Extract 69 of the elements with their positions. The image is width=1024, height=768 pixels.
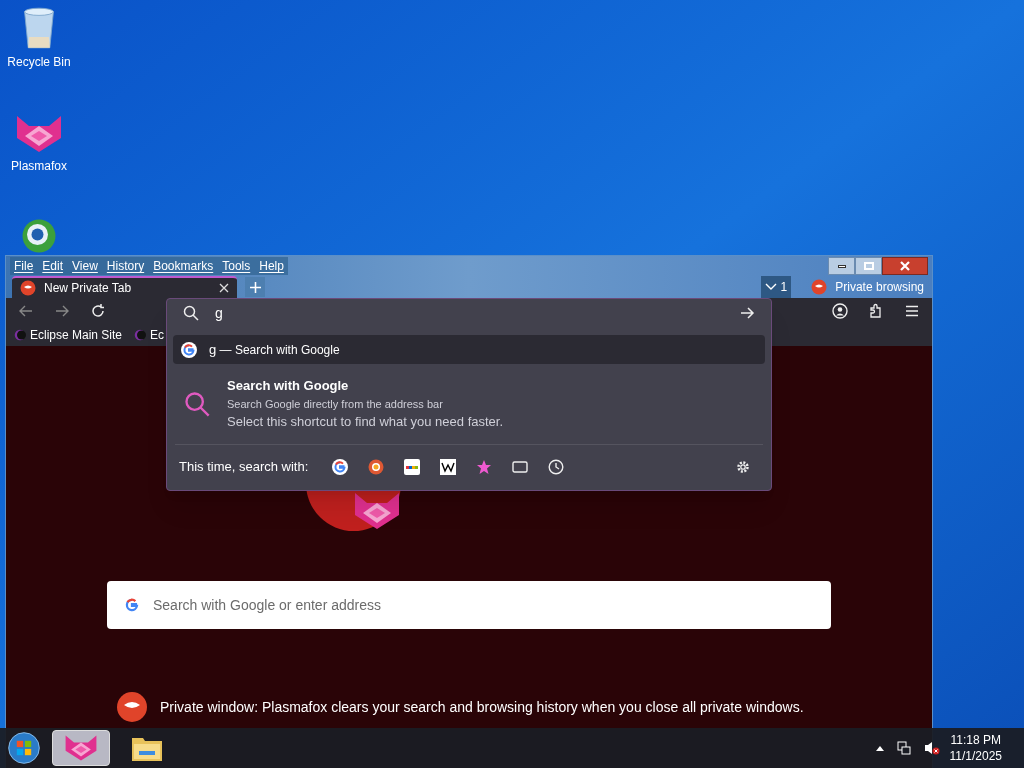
one-off-label: This time, search with: xyxy=(179,458,309,477)
minimize-icon xyxy=(837,264,846,268)
clock[interactable]: 11:18 PM 11/1/2025 xyxy=(949,732,1002,764)
chevron-down-icon xyxy=(764,283,777,291)
settings-icon[interactable] xyxy=(735,459,751,475)
menu-item[interactable]: Edit xyxy=(42,257,64,275)
close-button[interactable] xyxy=(882,257,928,275)
back-arrow-icon[interactable] xyxy=(18,303,34,319)
maximize-icon xyxy=(863,262,874,270)
tip-title: Search with Google xyxy=(227,377,350,395)
ebay-engine-icon[interactable] xyxy=(404,459,421,475)
private-mask-icon xyxy=(811,279,828,295)
desktop-icon-label[interactable]: Recycle Bin xyxy=(7,54,71,70)
clock-icon[interactable] xyxy=(548,459,565,475)
new-tab-button[interactable] xyxy=(245,277,265,297)
close-icon xyxy=(900,261,910,271)
close-tab-icon[interactable] xyxy=(219,283,229,293)
private-mask-icon xyxy=(116,691,148,723)
menu-item[interactable]: File xyxy=(14,257,34,275)
muted-speaker-icon[interactable] xyxy=(924,740,940,756)
forward-arrow-icon[interactable] xyxy=(54,303,70,319)
search-bar[interactable]: Search with Google or enter address xyxy=(107,581,831,629)
clock-date: 11/1/2025 xyxy=(949,748,1002,764)
private-notice: Private window: Plasmafox clears your search and browsing history when you close all private windows. xyxy=(160,697,804,717)
arrow-right-icon[interactable] xyxy=(739,305,755,321)
clock-time: 11:18 PM xyxy=(950,732,1001,748)
fox-logo-icon xyxy=(15,114,63,154)
tip-subtitle: Search Google directly from the address bar xyxy=(227,396,444,412)
fox-logo-icon xyxy=(353,491,401,531)
tab-title: New Private Tab xyxy=(44,280,132,297)
puzzle-icon[interactable] xyxy=(868,303,884,319)
google-icon xyxy=(332,459,349,475)
menu-icon[interactable] xyxy=(904,303,920,319)
tab-icon[interactable] xyxy=(512,459,529,475)
menu-item[interactable]: History xyxy=(106,257,145,275)
menu-item[interactable]: View xyxy=(72,257,98,275)
tab-list-button[interactable]: 1 xyxy=(760,276,792,298)
bookmark-item[interactable]: Ec xyxy=(150,326,165,344)
private-mask-icon xyxy=(20,280,36,296)
menu-item[interactable]: Help xyxy=(259,257,284,275)
network-icon[interactable] xyxy=(896,740,912,756)
search-icon xyxy=(183,305,199,321)
suggestion-text: g — Search with Google xyxy=(209,340,340,359)
bookmark-item[interactable]: Eclipse Main Site xyxy=(30,326,123,344)
browser-tab[interactable]: New Private Tab xyxy=(12,276,237,298)
address-input[interactable]: g xyxy=(215,302,723,324)
menu-item[interactable]: Bookmarks xyxy=(153,257,214,275)
duck-engine-icon[interactable] xyxy=(368,459,385,475)
trash-bin-icon xyxy=(21,6,57,50)
tray-arrow-icon[interactable] xyxy=(876,745,884,751)
minimize-button[interactable] xyxy=(828,257,855,275)
tip-text: Select this shortcut to find what you need faster. xyxy=(227,413,504,431)
google-icon xyxy=(181,341,197,358)
search-icon xyxy=(183,389,211,418)
moon-icon xyxy=(134,329,147,341)
menu-item[interactable]: Tools xyxy=(222,257,251,275)
google-icon xyxy=(123,596,141,614)
reload-icon[interactable] xyxy=(90,303,106,319)
star-icon[interactable] xyxy=(476,459,493,475)
maximize-button[interactable] xyxy=(855,257,882,275)
desktop-icon-label[interactable]: Plasmafox xyxy=(11,158,67,174)
moon-icon xyxy=(14,329,26,341)
fox-logo-icon xyxy=(63,734,99,762)
search-suggestion[interactable]: g — Search with Google xyxy=(173,335,765,364)
wikipedia-engine-icon[interactable] xyxy=(440,459,457,475)
account-icon[interactable] xyxy=(832,303,848,319)
search-field[interactable]: Search with Google or enter address xyxy=(153,594,815,616)
private-browsing-label: Private browsing xyxy=(835,279,924,296)
plus-icon xyxy=(249,281,261,293)
